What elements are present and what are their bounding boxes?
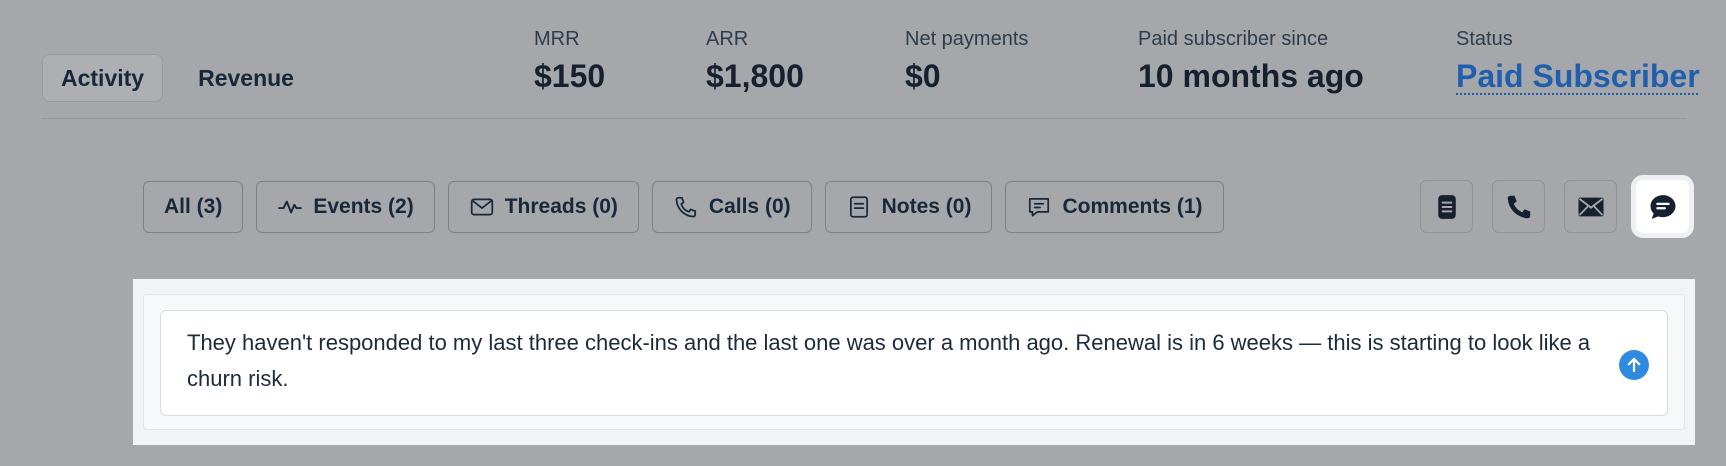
metric-arr: ARR $1,800 (706, 26, 804, 98)
metric-status: Status Paid Subscriber (1456, 26, 1700, 98)
metric-label: ARR (706, 28, 749, 50)
add-note-button[interactable] (1420, 180, 1473, 233)
filter-label: Comments (1) (1062, 195, 1203, 218)
comment-composer: They haven't responded to my last three … (133, 279, 1695, 445)
activity-icon (278, 200, 303, 214)
tab-revenue[interactable]: Revenue (179, 54, 313, 102)
comment-input[interactable]: They haven't responded to my last three … (160, 310, 1668, 416)
filter-label: Events (2) (313, 195, 414, 218)
composer-container: They haven't responded to my last three … (143, 294, 1685, 430)
metric-mrr: MRR $150 (534, 26, 605, 98)
log-call-button[interactable] (1492, 180, 1545, 233)
mail-icon (470, 198, 493, 216)
phone-icon (675, 196, 696, 218)
metric-value: $0 (905, 58, 941, 94)
metric-value: $1,800 (706, 58, 804, 94)
filter-events[interactable]: Events (2) (256, 181, 435, 233)
comment-text[interactable]: They haven't responded to my last three … (187, 325, 1607, 397)
note-icon (849, 196, 868, 218)
view-tabs: Activity Revenue (42, 54, 329, 102)
note-icon (1437, 194, 1456, 219)
divider (42, 118, 1686, 119)
metric-label: MRR (534, 28, 580, 50)
metric-label: Paid subscriber since (1138, 28, 1329, 50)
metric-paid-since: Paid subscriber since 10 months ago (1138, 26, 1364, 98)
send-email-button[interactable] (1564, 180, 1617, 233)
metric-value: $150 (534, 58, 606, 94)
comment-icon (1650, 194, 1675, 219)
metric-label: Net payments (905, 28, 1029, 50)
metric-label: Status (1456, 28, 1513, 50)
phone-icon (1507, 195, 1530, 218)
metric-net-payments: Net payments $0 (905, 26, 1028, 98)
activity-filters: All (3) Events (2) Threads (0) Calls (0)… (143, 181, 1237, 233)
filter-label: Threads (0) (504, 195, 618, 218)
mail-icon (1578, 197, 1603, 216)
filter-label: Calls (0) (708, 195, 791, 218)
filter-all[interactable]: All (3) (143, 181, 244, 233)
filter-comments[interactable]: Comments (1) (1005, 181, 1224, 233)
filter-label: All (3) (164, 195, 223, 218)
tab-activity[interactable]: Activity (42, 54, 164, 102)
filter-threads[interactable]: Threads (0) (447, 181, 639, 233)
send-comment-button[interactable] (1619, 350, 1649, 380)
filter-label: Notes (0) (881, 195, 972, 218)
filter-notes[interactable]: Notes (0) (824, 181, 993, 233)
add-comment-button[interactable] (1636, 180, 1689, 233)
arrow-up-icon (1627, 357, 1641, 373)
filter-calls[interactable]: Calls (0) (651, 181, 812, 233)
status-link[interactable]: Paid Subscriber (1456, 54, 1700, 98)
quick-actions (1420, 180, 1689, 233)
metric-value: 10 months ago (1138, 58, 1364, 94)
comment-icon (1029, 198, 1050, 217)
